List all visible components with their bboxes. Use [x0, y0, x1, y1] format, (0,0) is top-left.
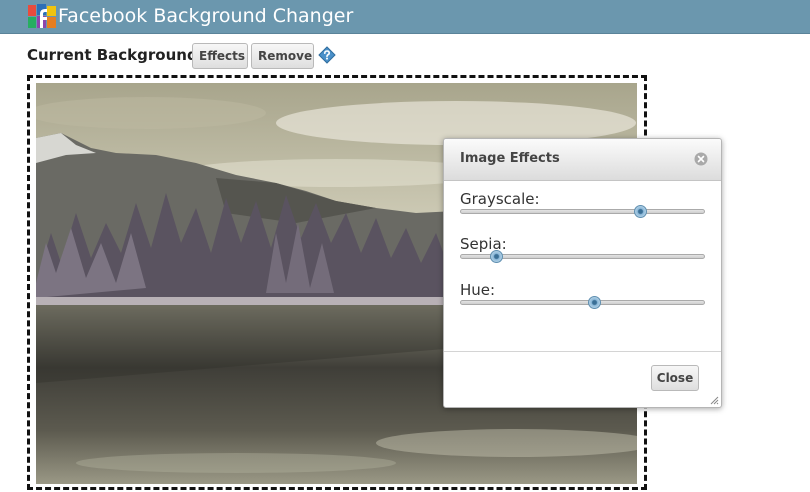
- hue-slider-handle[interactable]: [587, 296, 601, 309]
- sepia-slider-handle[interactable]: [490, 250, 504, 263]
- top-bar: Facebook Background Changer: [0, 0, 810, 34]
- dialog-header[interactable]: Image Effects: [444, 139, 721, 181]
- grayscale-slider-handle[interactable]: [633, 205, 647, 218]
- help-icon[interactable]: [318, 46, 336, 64]
- dialog-title: Image Effects: [460, 151, 560, 166]
- effects-button[interactable]: Effects: [192, 43, 248, 69]
- close-icon[interactable]: [694, 152, 708, 166]
- hue-label: Hue:: [460, 281, 496, 299]
- image-effects-dialog: Image Effects Grayscale: Sepia: Hue: Clo…: [443, 138, 722, 408]
- current-background-title: Current Background: [27, 46, 198, 64]
- dialog-footer: Close: [444, 351, 721, 408]
- grayscale-slider[interactable]: [460, 205, 705, 218]
- close-button[interactable]: Close: [651, 365, 699, 391]
- hue-slider[interactable]: [460, 296, 705, 309]
- grayscale-label: Grayscale:: [460, 190, 540, 208]
- remove-button[interactable]: Remove: [251, 43, 314, 69]
- facebook-logo-icon: [28, 4, 56, 28]
- app-title: Facebook Background Changer: [58, 5, 354, 27]
- sepia-slider[interactable]: [460, 250, 705, 263]
- resize-grip-icon[interactable]: [709, 395, 719, 405]
